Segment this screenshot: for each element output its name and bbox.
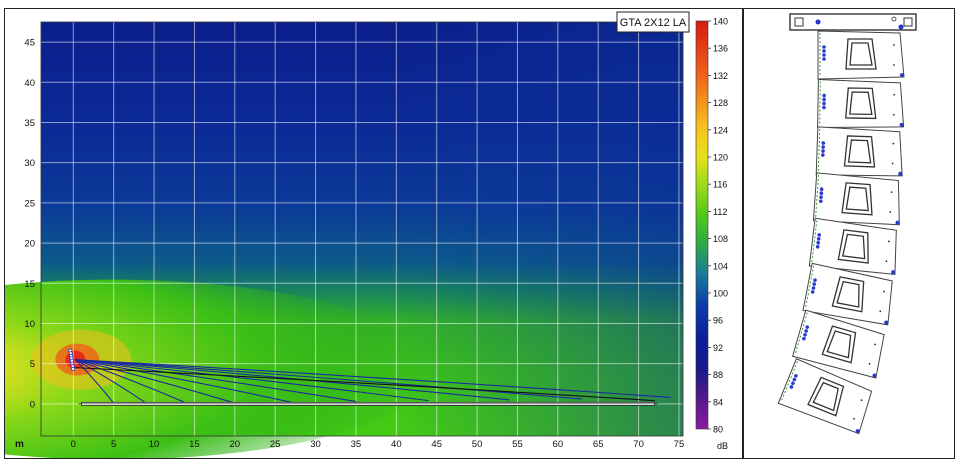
cabinet-screw [893, 44, 895, 46]
x-tick-label: 0 [71, 439, 76, 450]
x-unit-label: m [15, 439, 24, 450]
rigging-point [900, 73, 904, 77]
cabinet-outline [812, 172, 900, 226]
cabinet-stack [777, 30, 905, 435]
chart-title: GTA 2X12 LA [620, 17, 687, 29]
y-tick-label: 10 [24, 319, 35, 330]
colorbar-tick-label: 88 [713, 370, 723, 380]
plot-area: 0 5 10 15 20 25 30 35 40 45 50 55 60 65 70 75 0 5 10 15 20 25… [0, 21, 685, 460]
x-tick-label: 5 [111, 439, 116, 450]
colorbar: 140 136 132 128 124 120 116 112 108 104 100 96 92 88 8… [695, 17, 728, 451]
x-tick-label: 30 [310, 439, 321, 450]
array-cabinet [812, 172, 900, 226]
x-tick-label: 65 [593, 439, 604, 450]
spl-heatmap-chart: 0 5 10 15 20 25 30 35 40 45 50 55 60 65 70 75 0 5 10 15 20 25… [0, 11, 728, 460]
colorbar-tick-label: 100 [713, 289, 728, 299]
rigging-frame [789, 13, 917, 31]
line-array-diagram [777, 13, 917, 435]
y-tick-label: 0 [30, 399, 35, 410]
colorbar-tick-label: 128 [713, 98, 728, 108]
colorbar-tick-label: 84 [713, 397, 723, 407]
colorbar-tick-label: 112 [713, 207, 727, 217]
y-tick-label: 5 [30, 359, 35, 370]
y-tick-label: 35 [24, 118, 35, 129]
simulation-panel: 0 5 10 15 20 25 30 35 40 45 50 55 60 65 70 75 0 5 10 15 20 25… [0, 8, 743, 460]
chart-title-box: GTA 2X12 LA [616, 11, 690, 33]
array-cabinet [817, 30, 905, 80]
rigging-point [822, 53, 826, 57]
colorbar-tick-label: 140 [713, 17, 728, 27]
y-tick-label: 45 [24, 38, 35, 49]
colorbar-tick-label: 116 [713, 180, 727, 190]
array-panel [743, 8, 955, 459]
x-tick-label: 75 [674, 439, 685, 450]
cabinet-screw [893, 64, 895, 66]
x-tick-label: 40 [391, 439, 402, 450]
x-tick-label: 55 [512, 439, 523, 450]
y-tick-label: 25 [24, 198, 35, 209]
x-tick-label: 20 [230, 439, 241, 450]
colorbar-tick-label: 92 [713, 343, 723, 353]
y-tick-label: 30 [24, 158, 35, 169]
x-tick-label: 35 [351, 439, 362, 450]
y-tick-label: 15 [24, 279, 35, 290]
colorbar-unit-label: dB [717, 441, 728, 451]
colorbar-gradient [695, 20, 709, 430]
array-cabinet [817, 78, 905, 128]
x-tick-label: 60 [553, 439, 564, 450]
cabinet-outline [815, 126, 903, 177]
rigging-point [822, 49, 826, 53]
x-tick-label: 15 [189, 439, 200, 450]
colorbar-tick-labels: 140 136 132 128 124 120 116 112 108 104 100 96 92 88 8… [708, 17, 728, 435]
y-tick-label: 20 [24, 239, 35, 250]
colorbar-tick-label: 120 [713, 153, 728, 163]
root: 0 5 10 15 20 25 30 35 40 45 50 55 60 65 70 75 0 5 10 15 20 25… [0, 0, 960, 465]
x-tick-label: 25 [270, 439, 281, 450]
rigging-point [822, 57, 826, 61]
rigging-point [822, 45, 826, 49]
colorbar-tick-label: 108 [713, 234, 728, 244]
x-tick-label: 45 [431, 439, 442, 450]
colorbar-tick-label: 80 [713, 425, 723, 435]
cabinet-outline [817, 30, 905, 80]
x-tick-label: 50 [472, 439, 483, 450]
x-tick-label: 10 [149, 439, 160, 450]
cabinet-outline [817, 78, 905, 128]
array-cabinet [815, 126, 903, 177]
y-tick-label: 40 [24, 78, 35, 89]
colorbar-tick-label: 104 [713, 261, 728, 271]
colorbar-tick-label: 132 [713, 71, 728, 81]
x-tick-label: 70 [633, 439, 644, 450]
colorbar-tick-label: 136 [713, 44, 728, 54]
source-element [71, 366, 76, 371]
colorbar-tick-label: 124 [713, 125, 728, 135]
colorbar-tick-label: 96 [713, 316, 723, 326]
